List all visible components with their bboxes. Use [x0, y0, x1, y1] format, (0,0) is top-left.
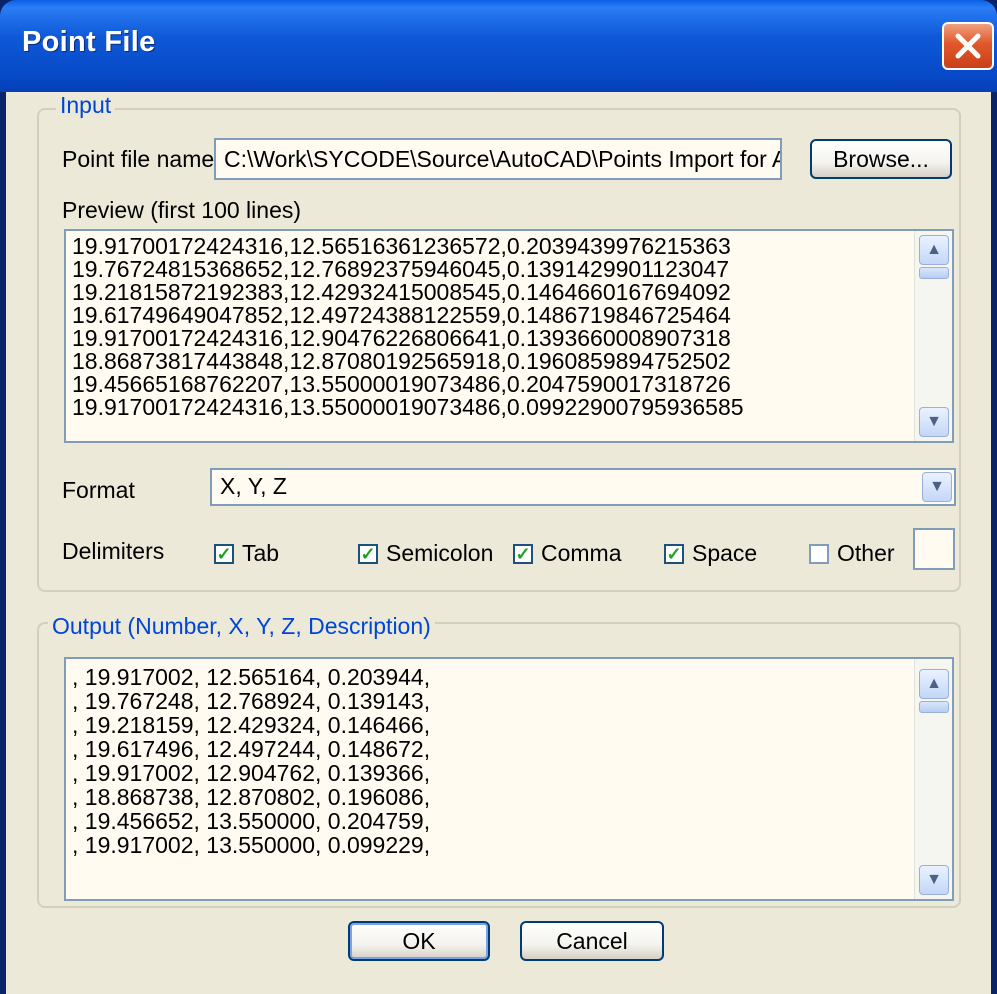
ok-button-label: OK [402, 928, 436, 954]
browse-button[interactable]: Browse... [810, 139, 952, 179]
title-bar[interactable]: Point File [0, 0, 997, 92]
point-file-input[interactable]: C:\Work\SYCODE\Source\AutoCAD\Points Imp… [214, 138, 782, 180]
preview-line: 19.45665168762207,13.55000019073486,0.20… [72, 371, 731, 397]
chevron-down-icon: ▼ [929, 478, 945, 495]
point-file-label: Point file name [62, 146, 215, 172]
ok-button[interactable]: OK [348, 921, 490, 961]
cancel-button[interactable]: Cancel [520, 921, 664, 961]
window-title: Point File [22, 26, 156, 58]
output-line: , 18.868738, 12.870802, 0.196086, [72, 784, 431, 810]
close-icon [955, 33, 981, 59]
format-dropdown-button[interactable]: ▼ [922, 472, 952, 502]
scroll-down-button[interactable]: ▼ [919, 865, 949, 895]
output-line: , 19.218159, 12.429324, 0.146466, [72, 712, 431, 738]
scroll-up-button[interactable]: ▲ [919, 669, 949, 699]
delimiter-other-label: Other [837, 540, 895, 566]
chevron-up-icon: ▲ [926, 675, 942, 692]
output-line: , 19.917002, 13.550000, 0.099229, [72, 832, 431, 858]
delimiter-tab-checkbox[interactable]: ✓ Tab [214, 540, 279, 567]
output-group-label: Output (Number, X, Y, Z, Description) [48, 613, 435, 640]
preview-line: 19.76724815368652,12.76892375946045,0.13… [72, 256, 730, 282]
scroll-up-button[interactable]: ▲ [919, 235, 949, 265]
delimiters-label: Delimiters [62, 538, 165, 564]
preview-lines: 19.91700172424316,12.56516361236572,0.20… [72, 235, 744, 419]
delimiter-comma-checkbox[interactable]: ✓ Comma [513, 540, 622, 567]
chevron-up-icon: ▲ [926, 241, 942, 258]
preview-line: 19.61749649047852,12.49724388122559,0.14… [72, 302, 731, 328]
chevron-down-icon: ▼ [926, 871, 942, 888]
browse-button-label: Browse... [833, 146, 929, 172]
output-lines: , 19.917002, 12.565164, 0.203944,, 19.76… [72, 665, 430, 857]
checkbox-comma-box[interactable]: ✓ [513, 543, 533, 564]
delimiter-comma-label: Comma [541, 540, 622, 566]
checkbox-tab-box[interactable]: ✓ [214, 543, 234, 564]
chevron-down-icon: ▼ [926, 413, 942, 430]
checkbox-semicolon-box[interactable]: ✓ [358, 543, 378, 564]
preview-textarea[interactable]: 19.91700172424316,12.56516361236572,0.20… [64, 229, 954, 443]
cancel-button-label: Cancel [556, 928, 628, 954]
input-group-label: Input [56, 92, 116, 119]
output-line: , 19.917002, 12.904762, 0.139366, [72, 760, 431, 786]
preview-line: 19.21815872192383,12.42932415008545,0.14… [72, 279, 731, 305]
delimiter-semicolon-label: Semicolon [386, 540, 494, 566]
delimiter-tab-label: Tab [242, 540, 280, 566]
close-button[interactable] [942, 22, 994, 70]
checkbox-other-box[interactable] [809, 543, 829, 564]
preview-line: 19.91700172424316,12.90476226806641,0.13… [72, 325, 731, 351]
preview-label: Preview (first 100 lines) [62, 197, 302, 223]
delimiter-semicolon-checkbox[interactable]: ✓ Semicolon [358, 540, 493, 567]
delimiter-space-label: Space [692, 540, 758, 566]
dialog-client-area: Input Point file name C:\Work\SYCODE\Sou… [6, 92, 991, 994]
preview-line: 19.91700172424316,13.55000019073486,0.09… [72, 394, 744, 420]
scroll-down-button[interactable]: ▼ [919, 407, 949, 437]
checkbox-space-box[interactable]: ✓ [664, 543, 684, 564]
scroll-thumb[interactable] [919, 701, 949, 713]
delimiter-space-checkbox[interactable]: ✓ Space [664, 540, 757, 567]
format-select[interactable]: X, Y, Z ▼ [210, 468, 956, 506]
other-delimiter-input[interactable] [913, 528, 955, 570]
format-value: X, Y, Z [220, 473, 287, 499]
dialog-window: Point File Input Point file name C:\Work… [0, 0, 997, 994]
output-line: , 19.767248, 12.768924, 0.139143, [72, 688, 431, 714]
preview-scrollbar[interactable]: ▲ ▼ [914, 231, 952, 441]
output-line: , 19.456652, 13.550000, 0.204759, [72, 808, 431, 834]
preview-line: 18.86873817443848,12.87080192565918,0.19… [72, 348, 731, 374]
output-scrollbar[interactable]: ▲ ▼ [914, 659, 952, 899]
preview-line: 19.91700172424316,12.56516361236572,0.20… [72, 233, 731, 259]
format-label: Format [62, 477, 135, 503]
output-line: , 19.917002, 12.565164, 0.203944, [72, 664, 431, 690]
delimiter-other-checkbox[interactable]: Other [809, 540, 895, 567]
scroll-thumb[interactable] [919, 267, 949, 279]
output-line: , 19.617496, 12.497244, 0.148672, [72, 736, 431, 762]
output-textarea[interactable]: , 19.917002, 12.565164, 0.203944,, 19.76… [64, 657, 954, 901]
